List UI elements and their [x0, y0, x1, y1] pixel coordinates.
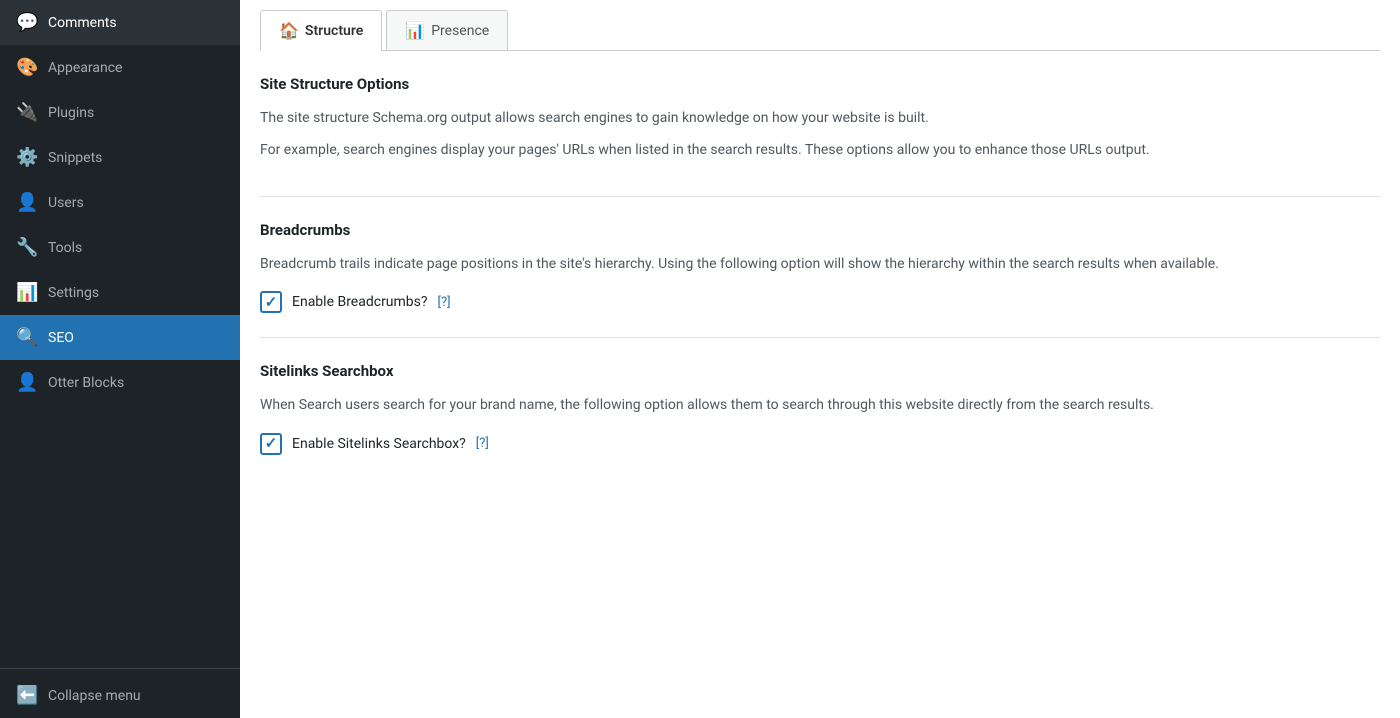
comments-icon: 💬: [16, 12, 38, 33]
sitelinks-help-link[interactable]: [?]: [476, 436, 489, 451]
seo-icon: 🔍: [16, 327, 38, 348]
users-icon: 👤: [16, 192, 38, 213]
section-breadcrumbs-desc1: Breadcrumb trails indicate page position…: [260, 253, 1380, 275]
section-site-structure-title: Site Structure Options: [260, 75, 1380, 93]
collapse-label: Collapse menu: [48, 688, 141, 704]
sidebar-item-label: Comments: [48, 15, 117, 31]
sidebar-item-users[interactable]: 👤 Users: [0, 180, 240, 225]
enable-sitelinks-checkbox[interactable]: ✓: [260, 433, 282, 455]
sidebar-item-seo[interactable]: 🔍 SEO: [0, 315, 240, 360]
sidebar-item-appearance[interactable]: 🎨 Appearance: [0, 45, 240, 90]
sidebar-item-label: Appearance: [48, 60, 122, 76]
main-content: 🏠 Structure 📊 Presence Site Structure Op…: [240, 0, 1400, 718]
breadcrumbs-checkmark: ✓: [265, 295, 278, 310]
section-breadcrumbs: Breadcrumbs Breadcrumb trails indicate p…: [260, 197, 1380, 338]
sidebar-divider: [0, 668, 240, 669]
tab-presence[interactable]: 📊 Presence: [386, 10, 508, 50]
sidebar-item-label: Tools: [48, 240, 82, 256]
sidebar-item-label: Settings: [48, 285, 99, 301]
section-site-structure-desc2: For example, search engines display your…: [260, 139, 1380, 161]
section-sitelinks: Sitelinks Searchbox When Search users se…: [260, 338, 1380, 478]
collapse-menu[interactable]: ⬅️ Collapse menu: [0, 673, 240, 718]
tab-bar: 🏠 Structure 📊 Presence: [260, 0, 1380, 51]
sidebar: 💬 Comments 🎨 Appearance 🔌 Plugins ⚙️ Sni…: [0, 0, 240, 718]
sitelinks-checkmark: ✓: [265, 436, 278, 451]
settings-icon: 📊: [16, 282, 38, 303]
section-sitelinks-desc1: When Search users search for your brand …: [260, 394, 1380, 416]
sidebar-item-label: Users: [48, 195, 84, 211]
section-sitelinks-title: Sitelinks Searchbox: [260, 362, 1380, 380]
breadcrumbs-help-link[interactable]: [?]: [438, 295, 451, 310]
appearance-icon: 🎨: [16, 57, 38, 78]
sidebar-item-snippets[interactable]: ⚙️ Snippets: [0, 135, 240, 180]
otter-blocks-icon: 👤: [16, 372, 38, 393]
enable-sitelinks-label: Enable Sitelinks Searchbox?: [292, 436, 466, 452]
sitelinks-checkbox-row: ✓ Enable Sitelinks Searchbox? [?]: [260, 433, 1380, 455]
enable-breadcrumbs-checkbox[interactable]: ✓: [260, 291, 282, 313]
tab-presence-label: Presence: [431, 23, 489, 39]
sidebar-item-otter-blocks[interactable]: 👤 Otter Blocks: [0, 360, 240, 405]
tools-icon: 🔧: [16, 237, 38, 258]
sidebar-item-label: Otter Blocks: [48, 375, 124, 391]
breadcrumbs-checkbox-row: ✓ Enable Breadcrumbs? [?]: [260, 291, 1380, 313]
sidebar-item-tools[interactable]: 🔧 Tools: [0, 225, 240, 270]
plugins-icon: 🔌: [16, 102, 38, 123]
tab-structure[interactable]: 🏠 Structure: [260, 10, 382, 51]
sidebar-item-label: Snippets: [48, 150, 102, 166]
collapse-icon: ⬅️: [16, 685, 38, 706]
sidebar-item-settings[interactable]: 📊 Settings: [0, 270, 240, 315]
sidebar-item-label: SEO: [48, 330, 74, 346]
content-area: 🏠 Structure 📊 Presence Site Structure Op…: [240, 0, 1400, 718]
presence-tab-icon: 📊: [405, 21, 425, 40]
enable-breadcrumbs-label: Enable Breadcrumbs?: [292, 294, 428, 310]
section-breadcrumbs-title: Breadcrumbs: [260, 221, 1380, 239]
snippets-icon: ⚙️: [16, 147, 38, 168]
sidebar-item-comments[interactable]: 💬 Comments: [0, 0, 240, 45]
sidebar-item-label: Plugins: [48, 105, 94, 121]
sidebar-item-plugins[interactable]: 🔌 Plugins: [0, 90, 240, 135]
section-site-structure-desc1: The site structure Schema.org output all…: [260, 107, 1380, 129]
section-site-structure: Site Structure Options The site structur…: [260, 51, 1380, 197]
tab-structure-label: Structure: [305, 23, 363, 39]
structure-tab-icon: 🏠: [279, 21, 299, 40]
